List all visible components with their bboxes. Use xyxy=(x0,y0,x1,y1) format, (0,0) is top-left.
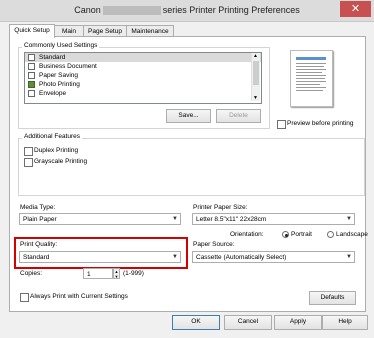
commonly-used-label: Commonly Used Settings xyxy=(22,42,100,49)
copies-value: 1 xyxy=(87,271,91,278)
help-button[interactable]: Help xyxy=(322,315,368,330)
spin-down-icon[interactable]: ▼ xyxy=(114,274,119,279)
list-item-label: Paper Saving xyxy=(39,72,79,79)
chevron-down-icon: ▼ xyxy=(346,254,352,260)
scroll-down-icon[interactable]: ▼ xyxy=(253,95,258,101)
chevron-down-icon: ▼ xyxy=(172,254,178,260)
grayscale-label: Grayscale Printing xyxy=(34,158,88,165)
orientation-label: Orientation: xyxy=(230,231,264,238)
list-item[interactable]: Standard xyxy=(25,53,261,62)
print-quality-select[interactable]: Standard ▼ xyxy=(19,251,181,263)
ok-button[interactable]: OK xyxy=(172,315,220,330)
defaults-button[interactable]: Defaults xyxy=(309,291,356,305)
paper-saving-icon xyxy=(28,72,35,79)
duplex-checkbox[interactable] xyxy=(24,147,33,156)
list-item-label: Photo Printing xyxy=(39,81,80,88)
paper-source-value: Cassette (Automatically Select) xyxy=(196,254,287,261)
scroll-thumb[interactable] xyxy=(253,61,259,85)
window-title: Canon series Printer Printing Preferences xyxy=(74,5,300,16)
envelope-icon xyxy=(28,90,35,97)
paper-preview xyxy=(290,50,333,107)
photo-icon xyxy=(28,81,35,88)
list-scrollbar[interactable]: ▲ ▼ xyxy=(251,53,260,101)
document-icon xyxy=(28,54,35,61)
chevron-down-icon: ▼ xyxy=(172,216,178,222)
tab-quick-setup[interactable]: Quick Setup xyxy=(9,24,55,38)
paper-source-label: Paper Source: xyxy=(193,241,235,248)
paper-size-value: Letter 8.5"x11" 22x28cm xyxy=(196,216,267,223)
paper-size-label: Printer Paper Size: xyxy=(193,204,248,211)
commonly-used-list[interactable]: Standard Business Document Paper Saving … xyxy=(24,52,262,104)
list-item-label: Business Document xyxy=(39,63,97,70)
portrait-radio[interactable] xyxy=(282,231,289,238)
copies-label: Copies: xyxy=(20,270,43,277)
media-type-select[interactable]: Plain Paper ▼ xyxy=(19,213,181,225)
preview-checkbox[interactable] xyxy=(277,120,286,129)
media-type-label: Media Type: xyxy=(20,204,56,211)
duplex-label: Duplex Printing xyxy=(34,147,79,154)
list-item-label: Standard xyxy=(39,54,66,61)
copies-input[interactable]: 1 xyxy=(83,268,113,279)
landscape-label: Landscape xyxy=(336,231,368,238)
apply-button[interactable]: Apply xyxy=(274,315,322,330)
chevron-down-icon: ▼ xyxy=(346,216,352,222)
list-item[interactable]: Business Document xyxy=(25,62,261,71)
additional-features-label: Additional Features xyxy=(22,133,83,140)
always-print-checkbox[interactable] xyxy=(20,293,29,302)
paper-size-select[interactable]: Letter 8.5"x11" 22x28cm ▼ xyxy=(192,213,355,225)
print-quality-value: Standard xyxy=(23,254,50,261)
cancel-button[interactable]: Cancel xyxy=(224,315,272,330)
print-quality-label: Print Quality: xyxy=(20,241,58,248)
list-item-label: Envelope xyxy=(39,90,67,97)
grayscale-checkbox[interactable] xyxy=(24,158,33,167)
list-item[interactable]: Envelope xyxy=(25,89,261,98)
scroll-up-icon[interactable]: ▲ xyxy=(253,53,258,59)
list-item[interactable]: Photo Printing xyxy=(25,80,261,89)
list-item[interactable]: Paper Saving xyxy=(25,71,261,80)
document-icon xyxy=(28,63,35,70)
close-icon: ✕ xyxy=(350,3,361,15)
landscape-radio[interactable] xyxy=(327,231,334,238)
paper-source-select[interactable]: Cassette (Automatically Select) ▼ xyxy=(192,251,355,263)
close-button[interactable]: ✕ xyxy=(340,1,371,17)
media-type-value: Plain Paper xyxy=(23,216,57,223)
preview-label: Preview before printing xyxy=(287,120,354,127)
always-print-label: Always Print with Current Settings xyxy=(30,293,128,300)
save-button[interactable]: Save... xyxy=(166,109,211,123)
delete-button[interactable]: Delete xyxy=(216,109,261,123)
portrait-label: Portrait xyxy=(291,231,312,238)
copies-spinner[interactable]: ▲ ▼ xyxy=(113,268,120,279)
copies-range: (1-999) xyxy=(123,270,144,277)
